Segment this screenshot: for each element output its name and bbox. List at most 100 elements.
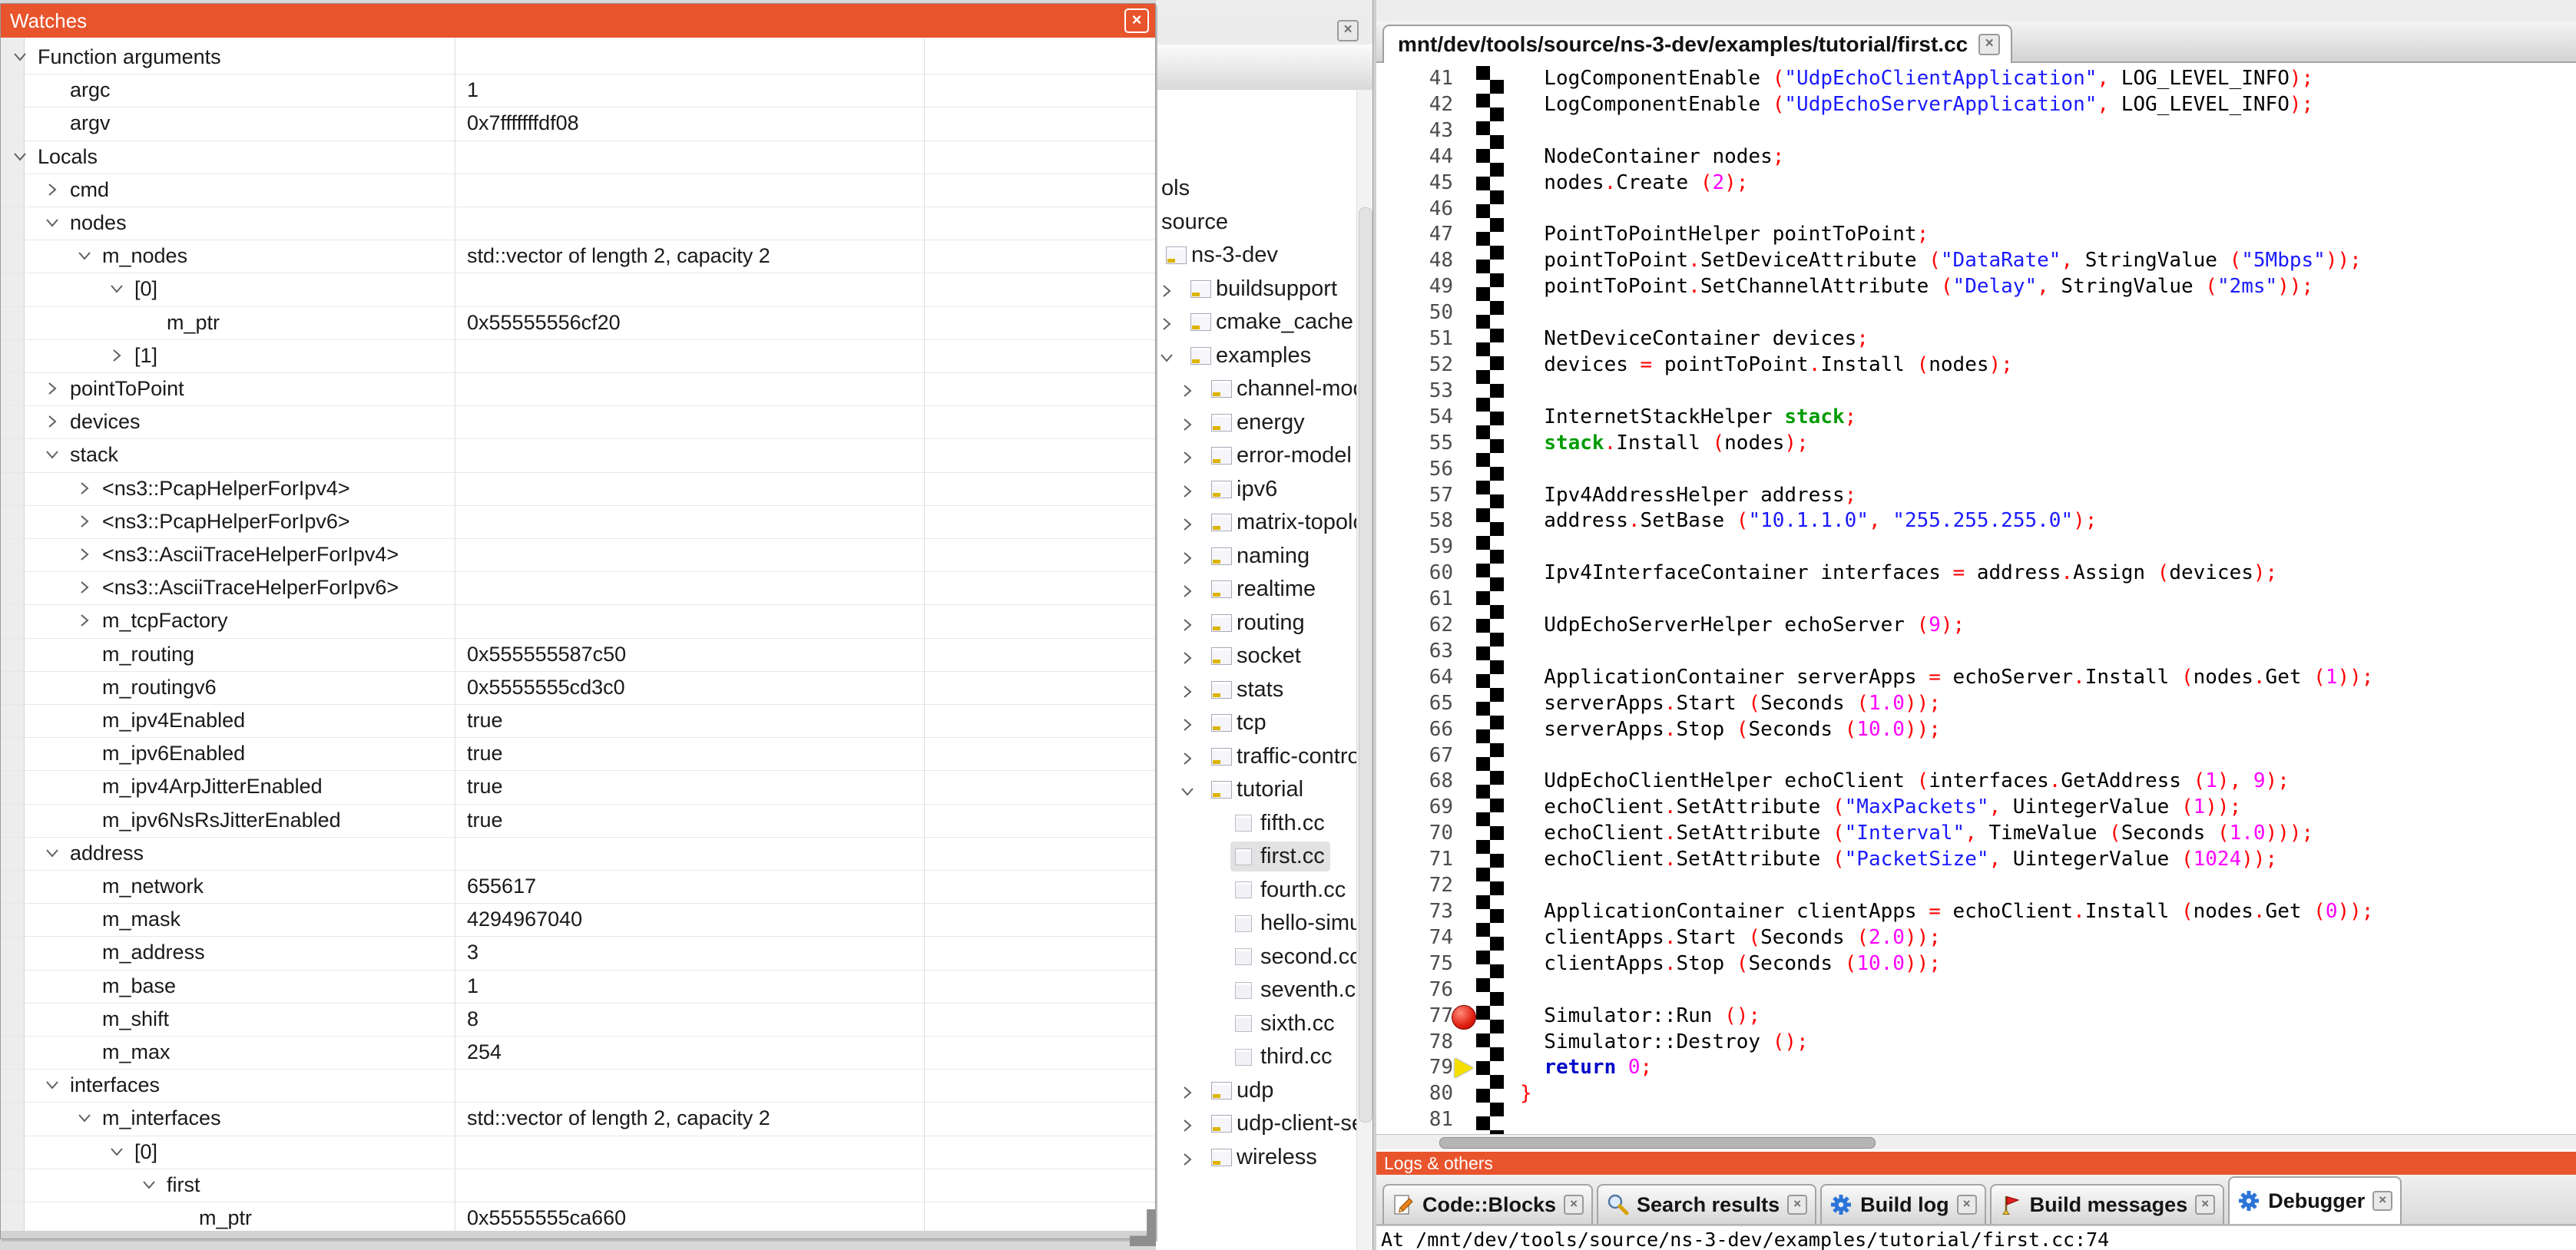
chevron-down-icon[interactable] — [12, 148, 28, 165]
code-line-45[interactable]: 45 nodes.Create (2); — [1376, 170, 2576, 197]
close-icon[interactable]: × — [1787, 1195, 1807, 1215]
chevron-down-icon[interactable] — [44, 446, 61, 463]
line-number[interactable]: 45 — [1376, 170, 1453, 197]
tree-expander[interactable] — [1179, 580, 1196, 606]
watch-row[interactable]: m_routingv60x5555555cd3c0 — [1, 671, 1155, 705]
code-line-54[interactable]: 54 InternetStackHelper stack; — [1376, 405, 2576, 431]
line-number[interactable]: 47 — [1376, 222, 1453, 248]
tree-item-cmake-cache[interactable]: cmake_cache — [1156, 306, 1356, 339]
tree-item-first.cc[interactable]: first.cc — [1156, 840, 1356, 873]
code-line-67[interactable]: 67 — [1376, 743, 2576, 769]
tree-expander[interactable] — [1179, 748, 1196, 773]
code-line-69[interactable]: 69 echoClient.SetAttribute ("MaxPackets"… — [1376, 795, 2576, 821]
line-number[interactable]: 80 — [1376, 1081, 1453, 1107]
code-line-79[interactable]: 79 return 0; — [1376, 1055, 2576, 1081]
line-number[interactable]: 53 — [1376, 379, 1453, 405]
line-number[interactable]: 69 — [1376, 795, 1453, 821]
tree-item-energy[interactable]: energy — [1156, 406, 1356, 439]
line-number[interactable]: 58 — [1376, 508, 1453, 534]
tree-expander[interactable] — [1158, 280, 1175, 306]
log-tab-build-log[interactable]: Build log× — [1820, 1184, 1985, 1224]
watch-row-expander[interactable] — [44, 413, 61, 434]
code-line-41[interactable]: 41 LogComponentEnable ("UdpEchoClientApp… — [1376, 66, 2576, 92]
close-icon[interactable]: × — [1957, 1195, 1977, 1215]
line-number[interactable]: 57 — [1376, 483, 1453, 509]
chevron-down-icon[interactable] — [76, 1109, 93, 1126]
chevron-right-icon[interactable] — [1179, 650, 1196, 666]
code-line-72[interactable]: 72 — [1376, 873, 2576, 899]
watch-row[interactable]: m_interfacesstd::vector of length 2, cap… — [1, 1102, 1155, 1136]
tree-item-tutorial[interactable]: tutorial — [1156, 773, 1356, 806]
line-number[interactable]: 68 — [1376, 769, 1453, 795]
tree-expander[interactable] — [1179, 614, 1196, 640]
chevron-right-icon[interactable] — [44, 413, 61, 430]
watch-row[interactable]: argc1 — [1, 74, 1155, 107]
chevron-right-icon[interactable] — [1179, 1084, 1196, 1101]
watch-row-expander[interactable] — [44, 845, 61, 865]
tree-item-error-model[interactable]: error-model — [1156, 439, 1356, 472]
watch-row-expander[interactable] — [76, 579, 93, 600]
log-tab-debugger[interactable]: Debugger× — [2228, 1176, 2402, 1224]
watch-row-expander[interactable] — [76, 1109, 93, 1130]
code-line-47[interactable]: 47 PointToPointHelper pointToPoint; — [1376, 222, 2576, 248]
chevron-down-icon[interactable] — [44, 1076, 61, 1093]
tree-item-udp[interactable]: udp — [1156, 1074, 1356, 1107]
tree-item-socket[interactable]: socket — [1156, 640, 1356, 673]
watch-row[interactable]: Function arguments — [1, 41, 1155, 74]
watch-row-expander[interactable] — [44, 446, 61, 467]
line-number[interactable]: 52 — [1376, 352, 1453, 379]
tree-expander[interactable] — [1179, 1082, 1196, 1107]
code-line-46[interactable]: 46 — [1376, 197, 2576, 223]
line-number[interactable]: 67 — [1376, 743, 1453, 769]
line-number[interactable]: 65 — [1376, 691, 1453, 717]
code-line-76[interactable]: 76 — [1376, 977, 2576, 1004]
tree-item-sixth.cc[interactable]: sixth.cc — [1156, 1007, 1356, 1040]
chevron-right-icon[interactable] — [1179, 416, 1196, 433]
close-icon[interactable]: × — [1564, 1195, 1584, 1215]
close-icon[interactable]: × — [1124, 8, 1149, 33]
tree-item-matrix-topolog[interactable]: matrix-topolog — [1156, 506, 1356, 539]
code-line-51[interactable]: 51 NetDeviceContainer devices; — [1376, 326, 2576, 352]
watch-row[interactable]: m_ptr0x5555555ca660 — [1, 1202, 1155, 1231]
chevron-down-icon[interactable] — [76, 247, 93, 264]
line-number[interactable]: 42 — [1376, 92, 1453, 118]
code-line-42[interactable]: 42 LogComponentEnable ("UdpEchoServerApp… — [1376, 92, 2576, 118]
line-number[interactable]: 72 — [1376, 873, 1453, 899]
line-number[interactable]: 56 — [1376, 457, 1453, 483]
close-icon[interactable]: × — [1337, 20, 1359, 41]
line-number[interactable]: 78 — [1376, 1030, 1453, 1056]
watch-row[interactable]: m_nodesstd::vector of length 2, capacity… — [1, 240, 1155, 273]
line-number[interactable]: 70 — [1376, 821, 1453, 847]
tree-item-stats[interactable]: stats — [1156, 673, 1356, 706]
code-line-57[interactable]: 57 Ipv4AddressHelper address; — [1376, 483, 2576, 509]
tree-expander[interactable] — [1179, 447, 1196, 472]
chevron-down-icon[interactable] — [44, 214, 61, 231]
code-line-55[interactable]: 55 stack.Install (nodes); — [1376, 431, 2576, 457]
watch-row-expander[interactable] — [108, 1143, 125, 1164]
watch-row[interactable]: devices — [1, 405, 1155, 439]
watch-row-expander[interactable] — [76, 546, 93, 567]
chevron-right-icon[interactable] — [1179, 550, 1196, 567]
line-number[interactable]: 55 — [1376, 431, 1453, 457]
line-number[interactable]: 81 — [1376, 1107, 1453, 1133]
tree-expander[interactable] — [1179, 714, 1196, 739]
chevron-down-icon[interactable] — [108, 280, 125, 297]
code-line-80[interactable]: 80} — [1376, 1081, 2576, 1107]
tree-item-routing[interactable]: routing — [1156, 607, 1356, 640]
chevron-right-icon[interactable] — [1158, 316, 1175, 332]
line-number[interactable]: 71 — [1376, 847, 1453, 873]
tree-item-second.cc[interactable]: second.cc — [1156, 941, 1356, 974]
watches-titlebar[interactable]: Watches × — [1, 4, 1155, 38]
breakpoint-icon[interactable] — [1452, 1005, 1476, 1030]
tree-item-realtime[interactable]: realtime — [1156, 573, 1356, 606]
watch-row-expander[interactable] — [44, 181, 61, 202]
tree-item-wireless[interactable]: wireless — [1156, 1141, 1356, 1174]
editor-hscrollbar-thumb[interactable] — [1439, 1137, 1876, 1149]
watch-row-expander[interactable] — [108, 280, 125, 301]
chevron-right-icon[interactable] — [76, 546, 93, 563]
tree-expander[interactable] — [1179, 481, 1196, 506]
watch-row[interactable]: stack — [1, 438, 1155, 472]
tree-expander[interactable] — [1158, 313, 1175, 339]
chevron-right-icon[interactable] — [1179, 583, 1196, 600]
watch-row[interactable]: m_network655617 — [1, 870, 1155, 904]
